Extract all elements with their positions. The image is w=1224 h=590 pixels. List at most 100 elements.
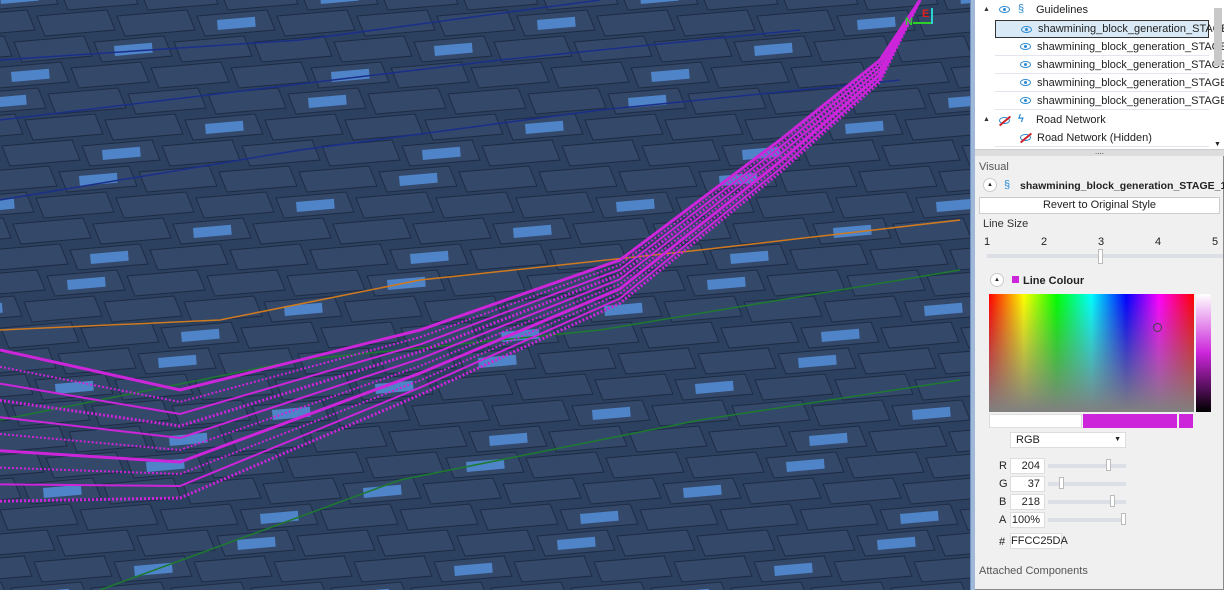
scene-shape [936,532,970,557]
scene-shape [207,87,287,115]
resize-grip[interactable]: .... [975,148,1224,156]
channel-input-b[interactable]: 218 [1010,494,1045,510]
tree-scrollbar[interactable]: ▼ [1214,4,1222,148]
channel-slider-thumb[interactable] [1121,513,1126,525]
channel-slider-thumb[interactable] [1110,495,1116,507]
scene-shape [434,373,514,401]
scene-shape [801,139,881,167]
colour-spectrum[interactable] [989,294,1194,412]
scene-shape [570,581,645,590]
scene-shape [470,61,550,89]
scene-shape [412,217,492,245]
scene-shape [36,9,116,37]
scene-shape [685,451,765,479]
colour-picker-cursor[interactable] [1153,323,1162,332]
tick-label: 4 [1155,236,1162,248]
collapse-guidelines-toggle[interactable]: ▲ [983,6,990,13]
tree-group-road-network[interactable]: Road Network [1036,111,1106,129]
eye-icon[interactable] [1020,97,1031,104]
line-size-slider-thumb[interactable] [1098,249,1103,264]
scene-shape [479,503,559,531]
scene-shape [116,9,196,37]
scene-shape [424,113,504,141]
scene-shape [296,529,376,557]
scene-shape [960,326,970,349]
scene-shape [835,191,915,219]
scene-shape [537,347,617,375]
scene-shape [70,61,150,89]
scene-shape [276,9,356,37]
scene-shape [183,295,263,323]
scene-shape [446,269,526,297]
scene-shape [617,347,697,375]
channel-slider-thumb[interactable] [1106,459,1112,471]
tree-group-guidelines[interactable]: Guidelines [1036,1,1088,19]
eye-icon[interactable] [999,6,1010,13]
scene-shape [383,0,459,11]
collapse-visual-button[interactable]: ▲ [983,178,997,192]
scene-shape [584,113,664,141]
scene-shape [490,581,565,590]
revert-style-button[interactable]: Revert to Original Style [979,197,1220,214]
scene-shape [710,61,790,89]
channel-label-g: G [999,478,1008,490]
line-size-label: Line Size [983,218,1029,230]
hidden-eye-icon[interactable] [1020,134,1031,141]
collapse-line-colour-button[interactable]: ▲ [990,273,1004,287]
channel-slider-r[interactable] [1048,464,1126,468]
channel-input-g[interactable]: 37 [1010,476,1045,492]
scene-shape [687,87,767,115]
scene-shape [456,529,536,557]
compass-north: N [905,16,913,28]
scene-shape [0,581,5,590]
scene-shape [639,503,719,531]
tree-item-stage-1[interactable]: shawmining_block_generation_STAGE_1 [995,20,1224,38]
eye-icon[interactable] [1020,61,1031,68]
scene-shape [594,373,674,401]
scene-shape [285,451,365,479]
eye-icon[interactable] [1020,79,1031,86]
eye-icon[interactable] [1021,26,1032,33]
line-size-slider[interactable] [987,254,1223,258]
tree-item-stage-5[interactable]: shawmining_block_generation_STAGE_5 [995,92,1224,110]
tree-item-stage-3[interactable]: shawmining_block_generation_STAGE_3 [995,56,1224,74]
hidden-eye-icon[interactable] [999,117,1010,124]
scene-shape [880,321,960,349]
scrollbar-thumb[interactable] [1214,8,1222,66]
scroll-down-arrow[interactable]: ▼ [1214,141,1221,148]
channel-input-a[interactable]: 100% [1010,512,1045,528]
scene-shape [12,217,92,245]
channel-slider-thumb[interactable] [1058,477,1064,489]
channel-slider-a[interactable] [1048,518,1126,522]
3d-viewport[interactable]: N E [0,0,970,590]
scene-shape [653,35,733,63]
scene-shape [755,191,835,219]
brightness-slider[interactable] [1196,294,1211,412]
collapse-road-network-toggle[interactable]: ▲ [983,116,990,123]
scene-shape [869,243,949,271]
tree-item-stage-4[interactable]: shawmining_block_generation_STAGE_4 [995,74,1224,92]
scene-shape [538,165,618,193]
tree-item-label: Road Network (Hidden) [1037,131,1152,144]
scene-shape [730,581,805,590]
channel-input-r[interactable]: 204 [1010,458,1045,474]
scene-shape [332,217,412,245]
scene-shape [799,503,879,531]
hex-input[interactable]: FFCC25DA [1010,533,1068,549]
scene-shape [274,373,354,401]
scene-shape [298,165,378,193]
scene-shape [0,321,80,349]
tree-item-road-network-hidden[interactable]: Road Network (Hidden) [995,129,1209,147]
scene-shape [0,243,69,271]
scene-shape [355,191,435,219]
scene-shape [810,581,885,590]
line-colour-label: Line Colour [1023,275,1085,287]
scene-shape [0,269,46,295]
scene-shape [435,191,515,219]
scene-shape [708,425,788,453]
scene-shape [264,113,344,141]
colour-mode-select[interactable]: RGB ▼ [1010,432,1126,448]
tree-item-stage-2[interactable]: shawmining_block_generation_STAGE_2 [995,38,1224,56]
eye-icon[interactable] [1020,43,1031,50]
scene-shape [63,0,139,11]
